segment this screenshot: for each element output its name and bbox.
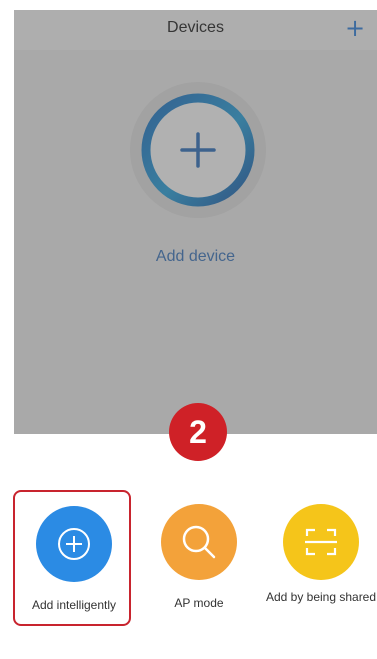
add-device-label[interactable]: Add device	[14, 248, 377, 266]
page-title: Devices	[167, 19, 224, 36]
add-button[interactable]: +	[341, 12, 369, 44]
add-intelligently-option[interactable]: Add intelligently	[13, 490, 131, 626]
ap-mode-label: AP mode	[174, 596, 224, 610]
devices-page: Devices + Add device	[14, 10, 377, 434]
search-icon	[182, 525, 216, 559]
plus-circle-icon	[58, 528, 90, 560]
screen: Devices + Add device 2 Add intelligently…	[0, 0, 377, 659]
scan-icon	[305, 528, 337, 556]
dim-overlay	[14, 10, 377, 434]
ap-mode-button[interactable]	[161, 504, 237, 580]
add-device-button[interactable]	[130, 82, 266, 218]
add-by-shared-button[interactable]	[283, 504, 359, 580]
step-badge: 2	[169, 403, 227, 461]
ap-mode-option[interactable]: AP mode	[140, 490, 258, 626]
add-by-shared-label: Add by being shared	[265, 590, 377, 604]
add-intelligently-button[interactable]	[36, 506, 112, 582]
top-bar: Devices +	[14, 10, 377, 50]
plus-ring-icon	[141, 93, 255, 207]
add-intelligently-label: Add intelligently	[31, 598, 117, 612]
add-by-shared-option[interactable]: Add by being shared	[262, 490, 377, 626]
plus-icon: +	[344, 14, 366, 42]
